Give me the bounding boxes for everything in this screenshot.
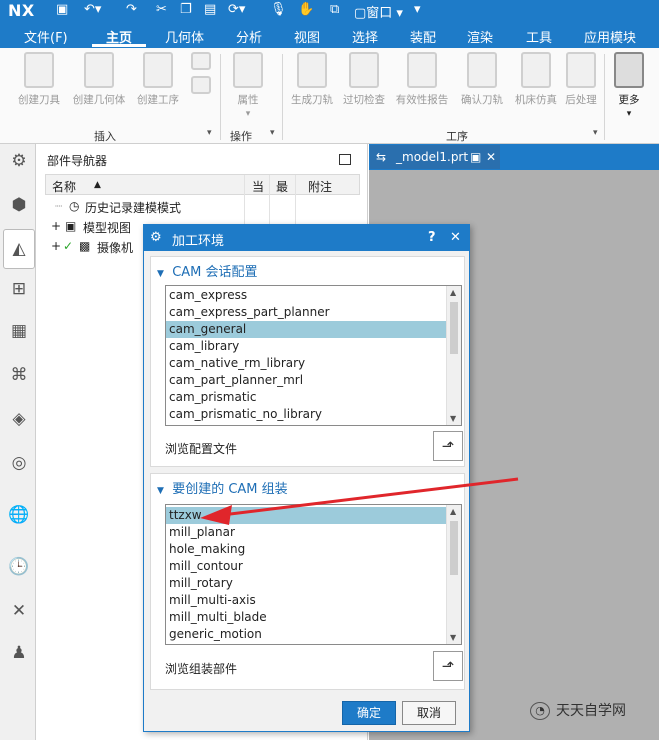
- annotation-arrow: [200, 477, 519, 525]
- wechat-icon: ◔: [530, 702, 550, 720]
- watermark: ◔ 天天自学网: [530, 700, 626, 720]
